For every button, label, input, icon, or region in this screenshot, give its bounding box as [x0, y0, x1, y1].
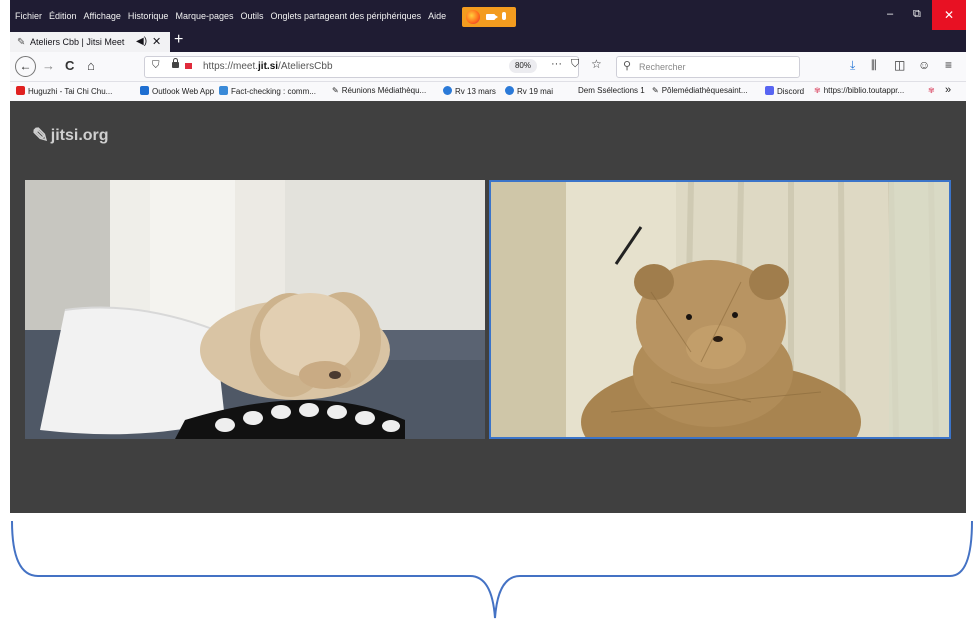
menu-list: Fichier Édition Affichage Historique Mar…	[15, 11, 446, 21]
menu-affichage[interactable]: Affichage	[84, 11, 121, 21]
bookmark-item[interactable]: Discord	[765, 86, 804, 96]
tab-close-icon[interactable]: ✕	[152, 35, 161, 48]
zoom-level-badge[interactable]: 80%	[509, 59, 537, 73]
library-icon[interactable]: ⫼	[871, 58, 877, 73]
browser-window: Fichier Édition Affichage Historique Mar…	[10, 0, 966, 513]
home-button[interactable]: ⌂	[87, 58, 95, 73]
address-bar[interactable]: ⛉ https://meet.jit.si/AteliersCbb 80% ··…	[144, 56, 602, 78]
outlook-icon	[140, 86, 149, 95]
microphone-icon	[502, 12, 506, 20]
bookmark-star-icon[interactable]: ☆	[591, 57, 602, 71]
jitsi-logo-icon: ✎	[32, 125, 49, 147]
jitsi-favicon-icon: ✎	[17, 37, 26, 48]
search-field[interactable]: ⚲	[616, 56, 800, 78]
sidebar-icon[interactable]: ◫	[894, 58, 905, 72]
reload-button[interactable]: C	[65, 58, 74, 73]
bookmark-item[interactable]: ✎ Pôlemédiathèquesaint...	[652, 86, 748, 95]
tab-title: Ateliers Cbb | Jitsi Meet	[30, 37, 125, 47]
teddy-bear-video-frame	[491, 182, 949, 437]
account-icon[interactable]: ☺	[918, 58, 930, 72]
menu-aide[interactable]: Aide	[428, 11, 446, 21]
firefox-icon	[466, 10, 480, 24]
calendar-bird-icon	[443, 86, 452, 95]
jitsi-logo-text: jitsi.org	[50, 127, 109, 144]
participant-video-tile[interactable]	[25, 180, 485, 439]
curly-brace-annotation	[11, 520, 973, 619]
menu-fichier[interactable]: Fichier	[15, 11, 42, 21]
discord-icon	[765, 86, 774, 95]
calendar-bird-icon	[505, 86, 514, 95]
flower-icon[interactable]: ✾	[928, 86, 935, 95]
bookmark-item[interactable]: Rv 19 mai	[505, 86, 553, 96]
bookmark-item[interactable]: Dem Ssélections 1	[578, 86, 645, 95]
camera-recording-icon[interactable]	[185, 63, 192, 69]
flower-icon: ✾	[814, 86, 821, 95]
device-sharing-indicator[interactable]	[462, 7, 516, 27]
jitsi-meet-stage: ✎ jitsi.org	[10, 101, 966, 513]
restore-button[interactable]: ⧉	[913, 8, 921, 21]
participant-video-tile-active[interactable]	[489, 180, 951, 439]
close-window-button[interactable]: ✕	[932, 0, 966, 30]
menu-onglets-partageant[interactable]: Onglets partageant des périphériques	[271, 11, 422, 21]
lock-icon[interactable]	[172, 58, 179, 68]
youtube-icon	[16, 86, 25, 95]
bookmark-item[interactable]: Outlook Web App	[140, 86, 214, 96]
bookmark-item[interactable]: Rv 13 mars	[443, 86, 496, 96]
new-tab-button[interactable]: +	[174, 31, 183, 49]
url-text[interactable]: https://meet.jit.si/AteliersCbb	[203, 61, 333, 72]
menu-outils[interactable]: Outils	[241, 11, 264, 21]
tab-ateliers-cbb[interactable]: ✎ Ateliers Cbb | Jitsi Meet ◀) ✕	[10, 32, 170, 52]
dog-plush-video-frame	[25, 180, 485, 439]
quill-icon: ✎	[652, 86, 659, 95]
bookmark-item[interactable]: ✾ https://biblio.toutappr...	[814, 86, 904, 95]
page-actions-menu-icon[interactable]: ···	[551, 58, 562, 70]
menu-edition[interactable]: Édition	[49, 11, 77, 21]
search-icon: ⚲	[623, 60, 632, 72]
bookmark-item[interactable]: ✎ Réunions Médiathèqu...	[332, 86, 426, 95]
image-icon	[219, 86, 228, 95]
bookmark-item[interactable]: Fact-checking : comm...	[219, 86, 316, 96]
camera-icon	[486, 14, 498, 20]
bookmark-item[interactable]: Huguzhi - Tai Chi Chu...	[16, 86, 112, 96]
bookmarks-overflow-button[interactable]: »	[945, 84, 951, 96]
menu-historique[interactable]: Historique	[128, 11, 169, 21]
menu-marque-pages[interactable]: Marque-pages	[175, 11, 233, 21]
back-button[interactable]: ←	[15, 56, 36, 77]
navigation-bar: ← → C ⌂ ⛉ https://meet.jit.si/AteliersCb…	[10, 52, 966, 82]
tab-strip: ✎ Ateliers Cbb | Jitsi Meet ◀) ✕ +	[10, 30, 966, 52]
quill-icon: ✎	[332, 86, 339, 95]
menu-bar: Fichier Édition Affichage Historique Mar…	[10, 0, 966, 30]
hamburger-menu-icon[interactable]: ≡	[945, 58, 952, 72]
jitsi-logo[interactable]: ✎ jitsi.org	[32, 123, 109, 148]
tab-audio-icon[interactable]: ◀)	[136, 36, 147, 47]
downloads-icon[interactable]: ⤓	[850, 58, 855, 73]
search-input[interactable]	[637, 59, 791, 75]
tracking-shield-icon[interactable]: ⛉	[152, 60, 160, 71]
forward-button[interactable]: →	[42, 58, 55, 73]
bookmarks-toolbar: Huguzhi - Tai Chi Chu... Outlook Web App…	[10, 82, 966, 101]
pocket-icon[interactable]: ⛉	[571, 58, 579, 71]
minimize-button[interactable]: –	[887, 8, 893, 20]
